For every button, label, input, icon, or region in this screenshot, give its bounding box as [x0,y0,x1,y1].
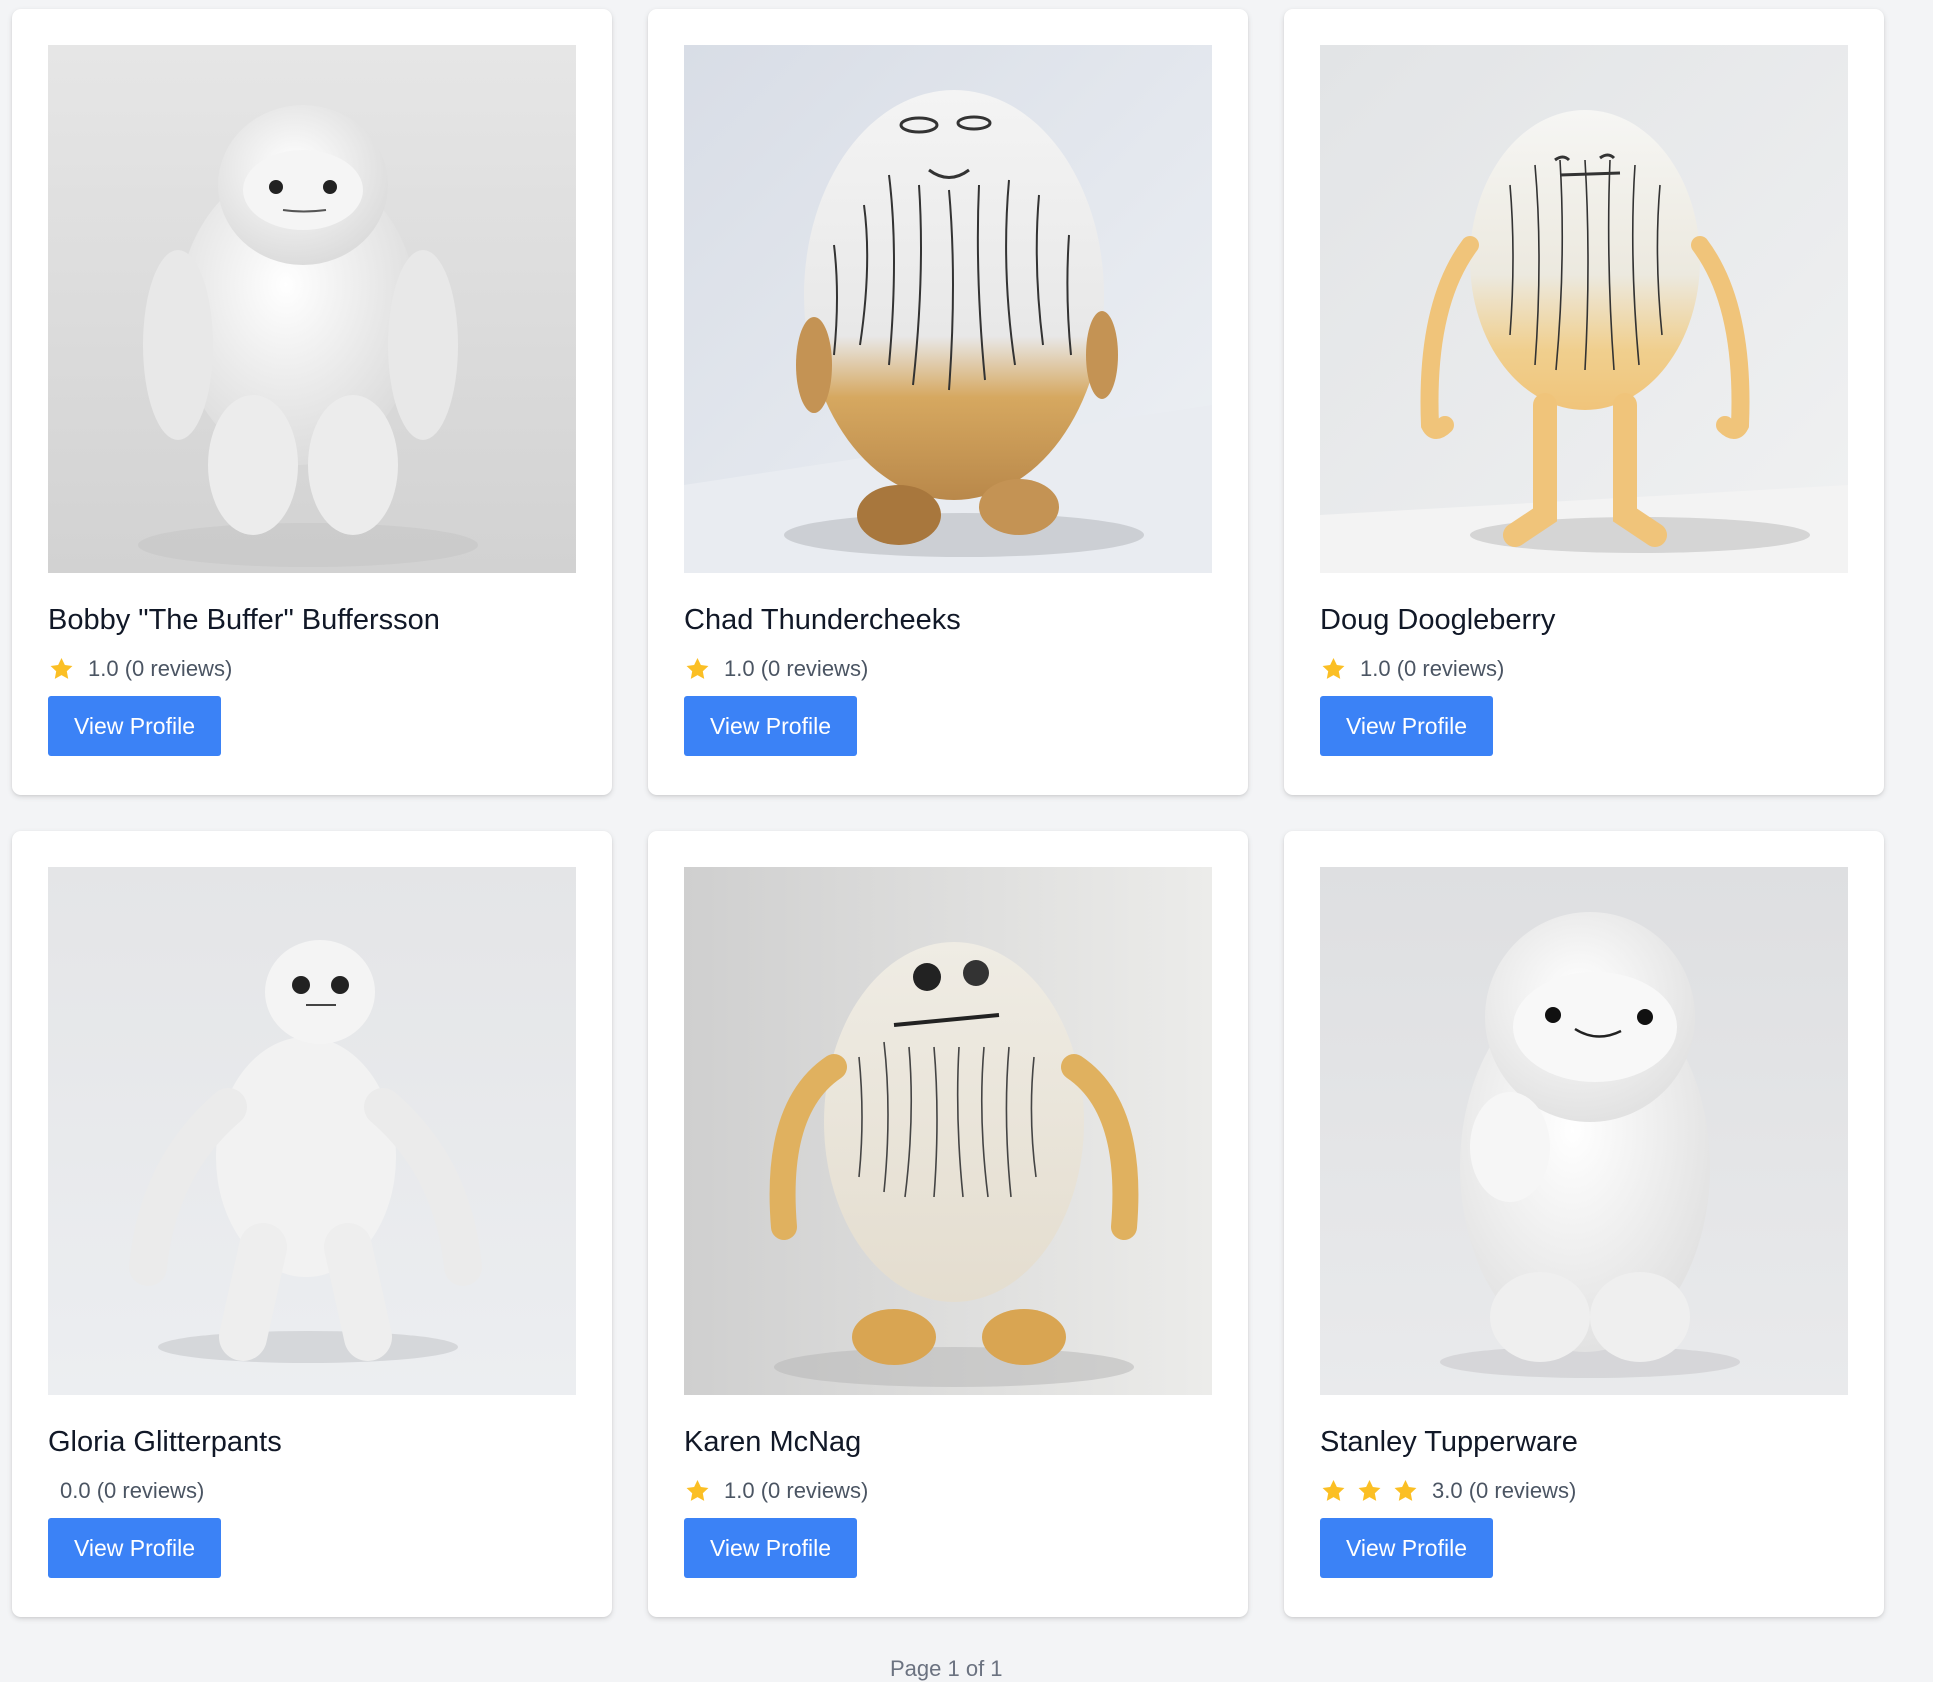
profile-card: Chad Thundercheeks 1.0 (0 reviews) View … [648,9,1248,795]
rating-text: 0.0 (0 reviews) [60,1478,205,1503]
profile-card: Doug Doogleberry 1.0 (0 reviews) View Pr… [1284,9,1884,795]
profile-card: Stanley Tupperware 3.0 (0 reviews) View … [1284,831,1884,1617]
star-icon [684,1478,711,1504]
view-profile-button[interactable]: View Profile [684,1518,857,1578]
profile-photo [684,867,1212,1395]
rating-text: 1.0 (0 reviews) [724,1478,869,1503]
profile-photo [1320,45,1848,573]
rating: 0.0 (0 reviews) [48,1477,576,1505]
profile-photo [48,867,576,1395]
profile-photo [1320,867,1848,1395]
profile-name: Gloria Glitterpants [48,1426,282,1458]
star-rating [1320,1478,1428,1504]
profile-name: Doug Doogleberry [1320,604,1556,636]
rating-text: 1.0 (0 reviews) [724,656,869,681]
view-profile-button[interactable]: View Profile [684,696,857,756]
star-rating [684,1478,720,1504]
rating-text: 1.0 (0 reviews) [1360,656,1505,681]
profile-name: Stanley Tupperware [1320,1426,1578,1458]
rating-text: 3.0 (0 reviews) [1432,1478,1577,1503]
star-icon [1320,656,1347,682]
rating-text: 1.0 (0 reviews) [88,656,233,681]
profile-name: Karen McNag [684,1426,862,1458]
star-rating [48,656,84,682]
star-icon [48,656,75,682]
profile-card: Gloria Glitterpants 0.0 (0 reviews) View… [12,831,612,1617]
rating: 3.0 (0 reviews) [1320,1477,1848,1505]
star-rating [684,656,720,682]
star-icon [684,656,711,682]
profile-card: Karen McNag 1.0 (0 reviews) View Profile [648,831,1248,1617]
view-profile-button[interactable]: View Profile [48,1518,221,1578]
view-profile-button[interactable]: View Profile [48,696,221,756]
view-profile-button[interactable]: View Profile [1320,1518,1493,1578]
star-icon [1356,1478,1383,1504]
rating: 1.0 (0 reviews) [684,655,1212,683]
star-rating [1320,656,1356,682]
profile-photo [684,45,1212,573]
profile-card: Bobby "The Buffer" Buffersson 1.0 (0 rev… [12,9,612,795]
profile-photo [48,45,576,573]
rating: 1.0 (0 reviews) [1320,655,1848,683]
star-icon [1320,1478,1347,1504]
view-profile-button[interactable]: View Profile [1320,696,1493,756]
profile-name: Bobby "The Buffer" Buffersson [48,604,440,636]
profile-name: Chad Thundercheeks [684,604,961,636]
star-icon [1392,1478,1419,1504]
pagination-text: Page 1 of 1 [890,1656,1003,1681]
profile-grid: Bobby "The Buffer" Buffersson 1.0 (0 rev… [12,9,1884,1617]
rating: 1.0 (0 reviews) [684,1477,1212,1505]
rating: 1.0 (0 reviews) [48,655,576,683]
